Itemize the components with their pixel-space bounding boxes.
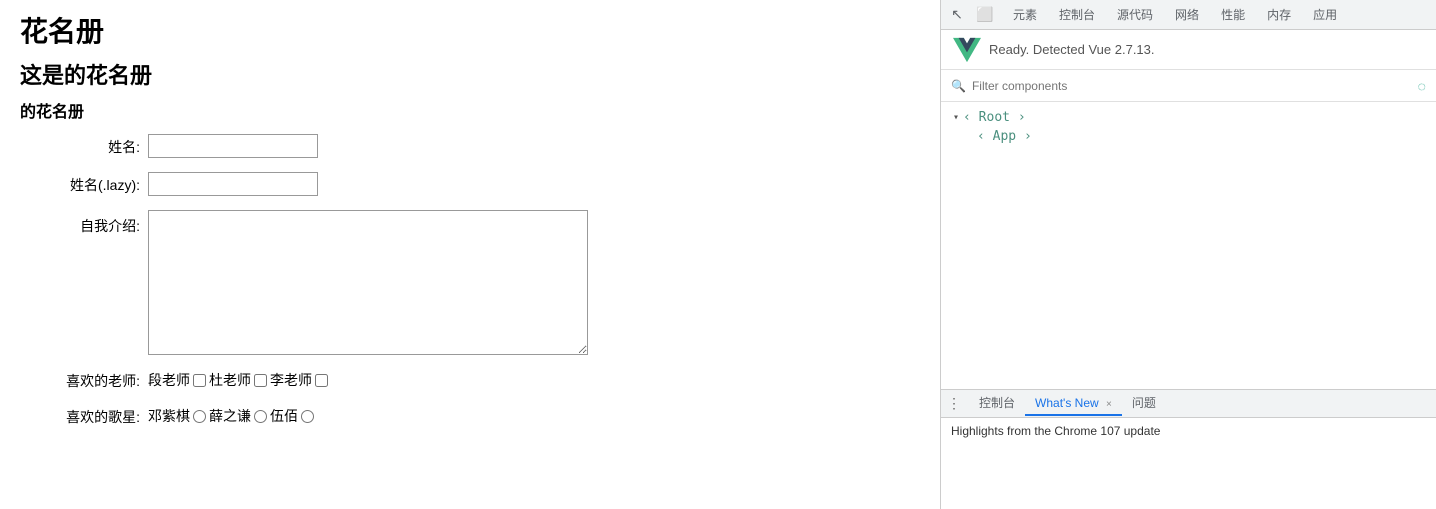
tab-network[interactable]: 网络 [1165, 2, 1209, 27]
intro-label: 自我介绍: [20, 210, 140, 236]
name-lazy-label: 姓名(.lazy): [20, 173, 140, 195]
form-section: 姓名: 姓名(.lazy): 自我介绍: 喜欢的老师: 段老师 杜老师 李老师 [20, 134, 920, 427]
devtools-tab-bar: 元素 控制台 源代码 网络 性能 内存 应用 [1003, 2, 1430, 27]
filter-components-input[interactable] [972, 79, 1412, 93]
devtools-bottom-panel: ⋮ 控制台 What's New × 问题 Highlights from th… [941, 389, 1436, 509]
devtools-panel: ↖ ⬜ 元素 控制台 源代码 网络 性能 内存 应用 Ready. Detect… [940, 0, 1436, 509]
bottom-panel-content: Highlights from the Chrome 107 update [941, 418, 1436, 509]
vue-search-bar: 🔍 ◌ [941, 70, 1436, 102]
root-tag: ‹ Root › [963, 110, 1026, 125]
bottom-tab-console[interactable]: 控制台 [969, 390, 1025, 417]
teacher-2-checkbox[interactable] [254, 374, 267, 387]
teachers-row: 喜欢的老师: 段老师 杜老师 李老师 [20, 369, 920, 391]
vue-ready-text: Ready. Detected Vue 2.7.13. [989, 42, 1155, 57]
name-lazy-row: 姓名(.lazy): [20, 172, 920, 196]
bottom-tab-whats-new[interactable]: What's New × [1025, 392, 1122, 416]
page-title: 花名册 [20, 10, 920, 50]
root-arrow-icon: ▾ [953, 112, 959, 123]
tab-memory[interactable]: 内存 [1257, 2, 1301, 27]
name-input[interactable] [148, 134, 318, 158]
tab-application[interactable]: 应用 [1303, 2, 1347, 27]
bottom-tab-bar: ⋮ 控制台 What's New × 问题 [941, 390, 1436, 418]
search-icon: 🔍 [951, 79, 966, 93]
whats-new-close-icon[interactable]: × [1106, 399, 1112, 410]
vue-root-node[interactable]: ▾ ‹ Root › [953, 110, 1424, 125]
vue-devtools-header: Ready. Detected Vue 2.7.13. [941, 30, 1436, 70]
singers-label: 喜欢的歌星: [20, 405, 140, 427]
vue-logo-icon [953, 36, 981, 64]
refresh-icon[interactable]: ◌ [1418, 78, 1426, 94]
vue-devtools-panel: Ready. Detected Vue 2.7.13. 🔍 ◌ ▾ ‹ Root… [941, 30, 1436, 389]
intro-row: 自我介绍: [20, 210, 920, 355]
tab-sources[interactable]: 源代码 [1107, 2, 1163, 27]
singer-3-radio[interactable] [301, 410, 314, 423]
intro-textarea[interactable] [148, 210, 588, 355]
teachers-checkbox-group: 段老师 杜老师 李老师 [148, 370, 329, 390]
teacher-2-label: 杜老师 [209, 370, 251, 390]
devtools-toolbar: ↖ ⬜ 元素 控制台 源代码 网络 性能 内存 应用 [941, 0, 1436, 30]
vue-component-tree: ▾ ‹ Root › ‹ App › [941, 102, 1436, 389]
section-title: 的花名册 [20, 98, 920, 122]
singer-3-label: 伍佰 [270, 406, 298, 426]
main-content-panel: 花名册 这是的花名册 的花名册 姓名: 姓名(.lazy): 自我介绍: 喜欢的… [0, 0, 940, 509]
name-lazy-input[interactable] [148, 172, 318, 196]
bottom-tab-issues[interactable]: 问题 [1122, 390, 1166, 417]
teacher-1-checkbox[interactable] [193, 374, 206, 387]
name-label: 姓名: [20, 135, 140, 157]
singer-1-label: 邓紫棋 [148, 406, 190, 426]
singer-1-radio[interactable] [193, 410, 206, 423]
teacher-3-checkbox[interactable] [315, 374, 328, 387]
teacher-1-label: 段老师 [148, 370, 190, 390]
page-subtitle: 这是的花名册 [20, 58, 920, 90]
singer-2-radio[interactable] [254, 410, 267, 423]
singers-row: 喜欢的歌星: 邓紫棋 薛之谦 伍佰 [20, 405, 920, 427]
tab-console[interactable]: 控制台 [1049, 2, 1105, 27]
name-row: 姓名: [20, 134, 920, 158]
vue-app-node[interactable]: ‹ App › [977, 129, 1424, 144]
bottom-content-text: Highlights from the Chrome 107 update [951, 424, 1160, 438]
three-dots-icon[interactable]: ⋮ [947, 395, 961, 412]
app-tag: ‹ App › [977, 129, 1032, 144]
cursor-icon[interactable]: ↖ [947, 5, 967, 25]
tab-performance[interactable]: 性能 [1211, 2, 1255, 27]
teacher-3-label: 李老师 [270, 370, 312, 390]
singer-2-label: 薛之谦 [209, 406, 251, 426]
tab-elements[interactable]: 元素 [1003, 2, 1047, 27]
inspect-icon[interactable]: ⬜ [975, 5, 995, 25]
singers-radio-group: 邓紫棋 薛之谦 伍佰 [148, 406, 315, 426]
teachers-label: 喜欢的老师: [20, 369, 140, 391]
